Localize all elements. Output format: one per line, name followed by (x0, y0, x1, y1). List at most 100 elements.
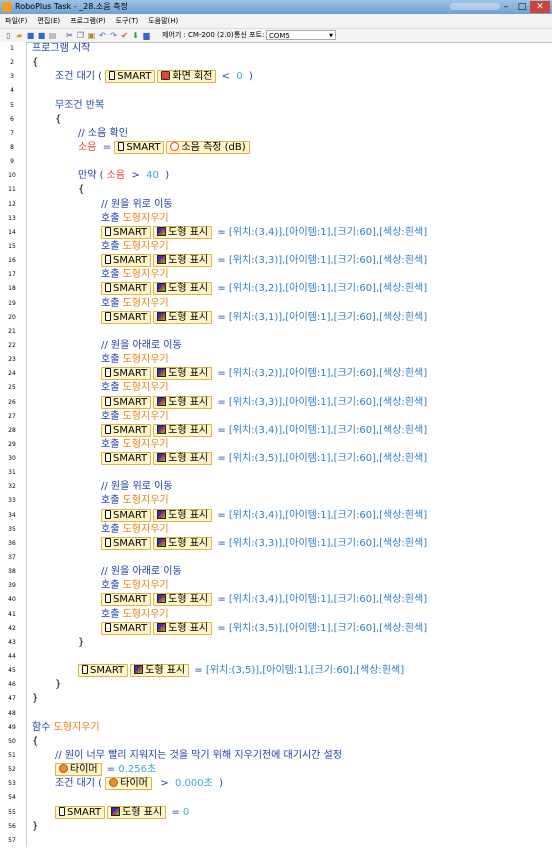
copy-icon[interactable]: ❐ (76, 31, 85, 40)
smart-device-block[interactable]: SMART (105, 70, 156, 84)
minimize-icon[interactable]: – (498, 1, 514, 13)
smart-function-block[interactable]: 도형 표시 (153, 452, 213, 466)
smart-device-block[interactable]: SMART (101, 621, 152, 635)
timer-block[interactable]: 타이머 (105, 777, 152, 791)
smart-device-block[interactable]: SMART (101, 508, 152, 522)
code-editor[interactable]: 1 프로그램 시작 2{3 조건 대기 ( SMART 화면 회전 < 0 ) 4 5 무조건… (0, 42, 552, 847)
code-line[interactable]: 4 (0, 84, 552, 98)
code-line[interactable]: 47} (0, 692, 552, 706)
code-line[interactable]: 49 함수 도형지우기 (0, 721, 552, 735)
smart-function-block[interactable]: 도형 표시 (153, 536, 213, 550)
smart-function-block[interactable]: 화면 회전 (157, 70, 217, 84)
menu-edit[interactable]: 편집(E) (32, 14, 65, 28)
code-line[interactable]: 29 호출 도형지우기 (0, 438, 552, 452)
code-line[interactable]: 13 호출 도형지우기 (0, 212, 552, 226)
new-file-icon[interactable]: ▯ (4, 31, 13, 40)
code-line[interactable]: 33 호출 도형지우기 (0, 494, 552, 508)
code-line[interactable]: 14 SMART 도형 표시 = [위치:(3,4)],[아이템:1],[크기:60… (0, 225, 552, 240)
smart-device-block[interactable]: SMART (101, 225, 152, 239)
smart-device-block[interactable]: SMART (114, 140, 165, 154)
code-line[interactable]: 32 // 원을 위로 이동 (0, 480, 552, 494)
smart-function-block[interactable]: 도형 표시 (153, 310, 213, 324)
code-line[interactable]: 11 { (0, 183, 552, 197)
code-line[interactable]: 23 호출 도형지우기 (0, 353, 552, 367)
code-line[interactable]: 42 SMART 도형 표시 = [위치:(3,5)],[아이템:1],[크기:60… (0, 621, 552, 636)
code-line[interactable]: 57 (0, 834, 552, 848)
code-line[interactable]: 38 // 원을 아래로 이동 (0, 565, 552, 579)
smart-device-block[interactable]: SMART (101, 423, 152, 437)
paste-icon[interactable]: ▣ (87, 31, 96, 40)
code-line[interactable]: 52 타이머 = 0.256초 (0, 763, 552, 777)
code-line[interactable]: 3 조건 대기 ( SMART 화면 회전 < 0 ) (0, 70, 552, 84)
smart-function-block[interactable]: 도형 표시 (153, 254, 213, 268)
code-line[interactable]: 39 호출 도형지우기 (0, 579, 552, 593)
code-line[interactable]: 17 호출 도형지우기 (0, 268, 552, 282)
redo-icon[interactable]: ↷ (109, 31, 118, 40)
smart-function-block[interactable]: 도형 표시 (153, 225, 213, 239)
code-line[interactable]: 46} (0, 678, 552, 692)
port-select[interactable]: COM5 ▼ (266, 30, 336, 40)
code-line[interactable]: 45 SMART 도형 표시 = [위치:(3,5)],[아이템:1],[크기:60… (0, 664, 552, 678)
smart-device-block[interactable]: SMART (101, 395, 152, 409)
smart-device-block[interactable]: SMART (78, 664, 129, 678)
smart-device-block[interactable]: SMART (101, 452, 152, 466)
smart-device-block[interactable]: SMART (101, 310, 152, 324)
code-line[interactable]: 35 호출 도형지우기 (0, 523, 552, 537)
print-icon[interactable]: ▤ (48, 31, 57, 40)
smart-function-block[interactable]: 도형 표시 (107, 805, 167, 819)
menu-program[interactable]: 프로그램(P) (65, 14, 110, 28)
smart-device-block[interactable]: SMART (101, 593, 152, 607)
monitor-icon[interactable]: ▆ (142, 31, 151, 40)
code-line[interactable]: 48 (0, 707, 552, 721)
undo-icon[interactable]: ↶ (98, 31, 107, 40)
code-line[interactable]: 1 프로그램 시작 (0, 42, 552, 56)
code-line[interactable]: 44 (0, 650, 552, 664)
code-line[interactable]: 43} (0, 636, 552, 650)
code-line[interactable]: 31 (0, 466, 552, 480)
code-line[interactable]: 53 조건 대기 ( 타이머 > 0.000초 ) (0, 777, 552, 791)
smart-function-block[interactable]: 도형 표시 (153, 508, 213, 522)
smart-function-block[interactable]: 도형 표시 (153, 367, 213, 381)
code-line[interactable]: 40 SMART 도형 표시 = [위치:(3,4)],[아이템:1],[크기:60… (0, 593, 552, 607)
code-line[interactable]: 2{ (0, 56, 552, 70)
code-line[interactable]: 15 호출 도형지우기 (0, 240, 552, 254)
smart-device-block[interactable]: SMART (101, 282, 152, 296)
open-folder-icon[interactable]: ▰ (15, 31, 24, 40)
code-line[interactable]: 22 // 원을 아래로 이동 (0, 339, 552, 353)
cut-icon[interactable]: ✂ (65, 31, 74, 40)
code-line[interactable]: 7 // 소음 확인 (0, 127, 552, 141)
code-line[interactable]: 27 호출 도형지우기 (0, 410, 552, 424)
code-line[interactable]: 24 SMART 도형 표시 = [위치:(3,2)],[아이템:1],[크기:60… (0, 367, 552, 381)
close-icon[interactable]: ✕ (530, 1, 550, 13)
code-line[interactable]: 9 (0, 155, 552, 169)
code-line[interactable]: 36 SMART 도형 표시 = [위치:(3,3)],[아이템:1],[크기:60… (0, 536, 552, 551)
code-line[interactable]: 54 (0, 791, 552, 805)
smart-function-block[interactable]: 도형 표시 (153, 395, 213, 409)
code-line[interactable]: 41 호출 도형지우기 (0, 608, 552, 622)
code-line[interactable]: 56} (0, 820, 552, 834)
menu-help[interactable]: 도움말(H) (143, 14, 183, 28)
code-line[interactable]: 6{ (0, 113, 552, 127)
code-line[interactable]: 10 만약 ( 소음 > 40 ) (0, 169, 552, 183)
smart-device-block[interactable]: SMART (101, 536, 152, 550)
code-line[interactable]: 37 (0, 551, 552, 565)
smart-device-block[interactable]: SMART (55, 805, 106, 819)
smart-device-block[interactable]: SMART (101, 254, 152, 268)
code-line[interactable]: 16 SMART 도형 표시 = [위치:(3,3)],[아이템:1],[크기:60… (0, 254, 552, 268)
code-line[interactable]: 18 SMART 도형 표시 = [위치:(3,2)],[아이템:1],[크기:60… (0, 282, 552, 296)
code-line[interactable]: 55 SMART 도형 표시 = 0 (0, 805, 552, 820)
code-line[interactable]: 34 SMART 도형 표시 = [위치:(3,4)],[아이템:1],[크기:60… (0, 508, 552, 523)
code-line[interactable]: 8 소음 = SMART 소음 측정 (dB) (0, 140, 552, 155)
code-line[interactable]: 26 SMART 도형 표시 = [위치:(3,3)],[아이템:1],[크기:60… (0, 395, 552, 410)
smart-function-block[interactable]: 도형 표시 (153, 423, 213, 437)
smart-function-block[interactable]: 도형 표시 (130, 664, 190, 678)
code-line[interactable]: 50 { (0, 735, 552, 749)
menu-file[interactable]: 파일(F) (0, 14, 32, 28)
compile-check-icon[interactable]: ✔ (120, 31, 129, 40)
code-line[interactable]: 19 호출 도형지우기 (0, 297, 552, 311)
code-line[interactable]: 20 SMART 도형 표시 = [위치:(3,1)],[아이템:1],[크기:60… (0, 310, 552, 325)
code-line[interactable]: 5 무조건 반복 (0, 99, 552, 113)
code-line[interactable]: 28 SMART 도형 표시 = [위치:(3,4)],[아이템:1],[크기:60… (0, 423, 552, 438)
save-as-icon[interactable]: ■ (37, 31, 46, 40)
code-line[interactable]: 30 SMART 도형 표시 = [위치:(3,5)],[아이템:1],[크기:60… (0, 452, 552, 466)
